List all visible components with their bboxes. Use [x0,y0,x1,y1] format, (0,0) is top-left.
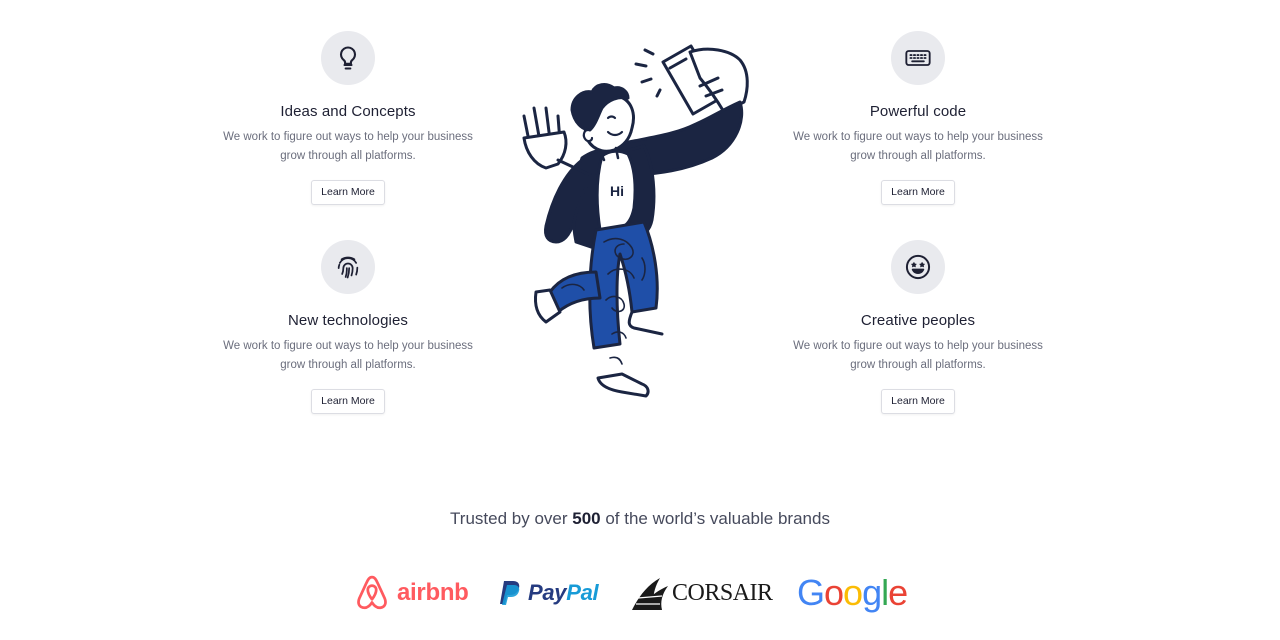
learn-more-button[interactable]: Learn More [881,180,955,205]
feature-title: New technologies [287,312,408,329]
selfie-person-illustration: Hi [522,44,749,398]
airbnb-logo: airbnb [355,568,469,618]
learn-more-button[interactable]: Learn More [881,389,955,414]
learn-more-button[interactable]: Learn More [311,389,385,414]
google-wordmark: Google [797,572,908,614]
google-logo: Google [797,568,908,618]
feature-new-technologies: New technologies We work to figure out w… [198,240,498,414]
corsair-logo: CORSAIR [630,568,773,618]
airbnb-icon [357,575,387,610]
learn-more-button[interactable]: Learn More [311,180,385,205]
paypal-icon [500,581,520,605]
feature-ideas-and-concepts: Ideas and Concepts We work to figure out… [198,31,498,205]
feature-creative-peoples: Creative peoples We work to figure out w… [768,240,1068,414]
google-letter: g [862,572,882,613]
feature-title: Powerful code [869,103,967,120]
brand-logos: airbnb PayPal CORSAIR Google [0,568,1280,618]
feature-title: Creative peoples [860,312,976,329]
airbnb-wordmark: airbnb [397,579,469,606]
google-letter: G [797,572,825,613]
google-letter: o [824,572,844,613]
google-letter: e [888,572,908,613]
paypal-pay-text: Pay [528,580,567,605]
paypal-wordmark: PayPal [528,580,599,606]
feature-description: We work to figure out ways to help your … [793,131,1043,162]
fingerprint-icon [321,240,375,294]
trusted-brands-heading: Trusted by over 500 of the world’s valua… [0,509,1280,529]
paypal-pal-text: Pal [566,580,599,605]
feature-description: We work to figure out ways to help your … [793,340,1043,371]
paypal-logo: PayPal [498,568,599,618]
corsair-sails-icon [632,578,668,610]
feature-description: We work to figure out ways to help your … [223,340,473,371]
shirt-text: Hi [610,183,624,199]
keyboard-icon [891,31,945,85]
trusted-suffix: of the world’s valuable brands [600,509,830,528]
feature-powerful-code: Powerful code We work to figure out ways… [768,31,1068,205]
trusted-count: 500 [572,509,601,528]
star-eyes-smiley-icon [891,240,945,294]
google-letter: o [843,572,863,613]
corsair-wordmark: CORSAIR [672,579,773,606]
feature-description: We work to figure out ways to help your … [223,131,473,162]
feature-title: Ideas and Concepts [280,103,416,120]
lightbulb-icon [321,31,375,85]
trusted-prefix: Trusted by over [450,509,573,528]
